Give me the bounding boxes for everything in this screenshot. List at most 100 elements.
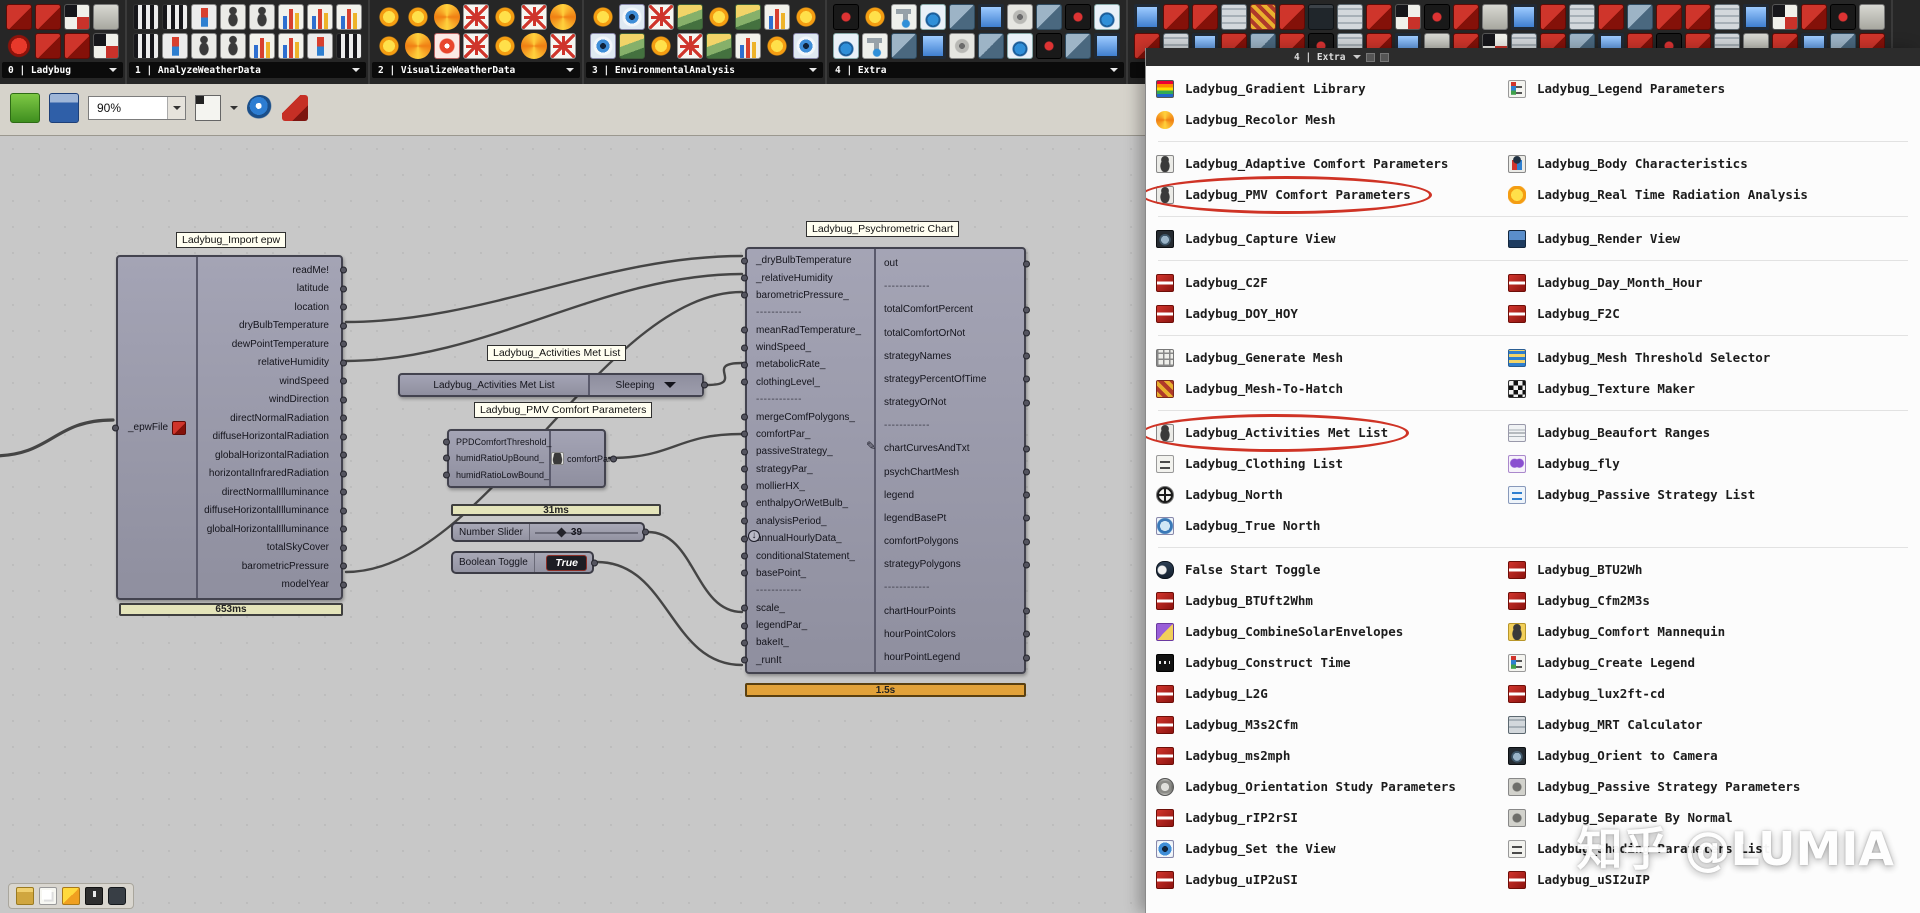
wire-grip[interactable]	[340, 414, 347, 422]
wire-grip[interactable]	[1023, 260, 1030, 268]
menu-item-ladybug-doy-hoy[interactable]: Ladybug_DOY_HOY	[1154, 303, 1306, 325]
wire-grip[interactable]	[340, 544, 347, 552]
menu-item-ladybug-passive-strategy-list[interactable]: Ladybug_Passive Strategy List	[1506, 484, 1763, 506]
wire[interactable]	[0, 418, 115, 458]
tool-icon[interactable]	[1627, 4, 1653, 30]
wire-grip[interactable]	[340, 377, 347, 385]
eye-icon[interactable]	[590, 33, 616, 59]
red-icon[interactable]	[6, 4, 32, 30]
sun-icon[interactable]	[590, 4, 616, 30]
menu-item-ladybug-adaptive-comfort-parameters[interactable]: Ladybug_Adaptive Comfort Parameters	[1154, 153, 1456, 175]
wire-grip[interactable]	[642, 528, 649, 536]
monitor-icon[interactable]	[1134, 4, 1160, 30]
menu-item-ladybug-orientation-study-parameters[interactable]: Ladybug_Orientation Study Parameters	[1154, 776, 1464, 798]
wire-grip[interactable]	[340, 525, 347, 533]
gray-icon[interactable]	[93, 4, 119, 30]
wire-grip[interactable]	[443, 438, 450, 446]
menu-item-ladybug-separate-by-normal[interactable]: Ladybug_Separate By Normal	[1506, 807, 1741, 829]
menu-item-ladybug-l2g[interactable]: Ladybug_L2G	[1154, 683, 1276, 705]
menu-item-ladybug-mrt-calculator[interactable]: Ladybug_MRT Calculator	[1506, 714, 1711, 736]
wire-grip[interactable]	[1023, 468, 1030, 476]
menu-item-ladybug-shading-parameters-list[interactable]: Ladybug_Shading Parameters List	[1506, 838, 1778, 860]
menu-item-ladybug-north[interactable]: Ladybug_North	[1154, 484, 1291, 506]
wire-grip[interactable]	[443, 454, 450, 462]
toggle-value[interactable]: True	[546, 554, 587, 571]
swirl-icon[interactable]	[434, 4, 460, 30]
menu-item-ladybug-set-the-view[interactable]: Ladybug_Set the View	[1154, 838, 1344, 860]
wire-grip[interactable]	[443, 471, 450, 479]
red-icon[interactable]	[1685, 4, 1711, 30]
swirl-icon[interactable]	[550, 4, 576, 30]
sun-icon[interactable]	[793, 4, 819, 30]
open-file-button[interactable]	[10, 92, 40, 123]
dark-icon[interactable]	[833, 4, 859, 30]
pmv-comfort-parameters-component[interactable]: PPDComfortThreshold_ humidRatioUpBound_ hu…	[443, 429, 618, 488]
lbdot-icon[interactable]	[6, 33, 32, 59]
menu-item-ladybug-passive-strategy-parameters[interactable]: Ladybug_Passive Strategy Parameters	[1506, 776, 1808, 798]
wire-grip[interactable]	[591, 559, 598, 566]
wire-grip[interactable]	[741, 517, 748, 525]
ribbon-tab[interactable]: 1 | AnalyzeWeatherData	[129, 62, 366, 78]
red-icon[interactable]	[1453, 4, 1479, 30]
sun-icon[interactable]	[706, 4, 732, 30]
menu-item-ladybug-mesh-threshold-selector[interactable]: Ladybug_Mesh Threshold Selector	[1506, 347, 1778, 369]
menu-item-ladybug-capture-view[interactable]: Ladybug_Capture View	[1154, 228, 1344, 250]
activities-dropdown[interactable]: Sleeping	[590, 375, 702, 395]
menu-item-ladybug-texture-maker[interactable]: Ladybug_Texture Maker	[1506, 378, 1703, 400]
wire-grip[interactable]	[741, 500, 748, 508]
chevron-down-icon[interactable]	[566, 68, 574, 76]
wire-grip[interactable]	[741, 326, 748, 334]
flake-icon[interactable]	[677, 33, 703, 59]
wire-grip[interactable]	[340, 451, 347, 459]
thermo-icon[interactable]	[307, 33, 333, 59]
wire-grip[interactable]	[741, 639, 748, 647]
red-icon[interactable]	[64, 33, 90, 59]
chevron-down-icon[interactable]	[809, 68, 817, 76]
wire-grip[interactable]	[340, 488, 347, 496]
zoom-select[interactable]: 90%	[88, 95, 186, 120]
flake-icon[interactable]	[648, 4, 674, 30]
wire-grip[interactable]	[741, 430, 748, 438]
menu-item-ladybug-legend-parameters[interactable]: Ladybug_Legend Parameters	[1506, 78, 1733, 100]
menu-item-ladybug-real-time-radiation-analysis[interactable]: Ladybug_Real Time Radiation Analysis	[1506, 184, 1816, 206]
terrain-icon[interactable]	[735, 4, 761, 30]
menu-item-ladybug-recolor-mesh[interactable]: Ladybug_Recolor Mesh	[1154, 109, 1344, 131]
drop-icon[interactable]	[1007, 33, 1033, 59]
chevron-down-icon[interactable]	[109, 68, 117, 76]
red-icon[interactable]	[1279, 4, 1305, 30]
marker-pen-button[interactable]	[282, 94, 308, 121]
menu-item-ladybug-comfort-mannequin[interactable]: Ladybug_Comfort Mannequin	[1506, 621, 1733, 643]
wire-grip[interactable]	[1023, 514, 1030, 522]
red-icon[interactable]	[35, 33, 61, 59]
menu-item-ladybug-generate-mesh[interactable]: Ladybug_Generate Mesh	[1154, 347, 1351, 369]
person-icon[interactable]	[220, 4, 246, 30]
slider-knob[interactable]	[556, 527, 567, 537]
sun-icon[interactable]	[648, 33, 674, 59]
wire-grip[interactable]	[340, 433, 347, 441]
edit-icon[interactable]	[866, 439, 876, 453]
wire-grip[interactable]	[610, 455, 618, 462]
wire-grip[interactable]	[741, 656, 748, 664]
red-icon[interactable]	[1801, 4, 1827, 30]
panel-control[interactable]	[1366, 52, 1376, 62]
chevron-down-icon[interactable]	[352, 68, 360, 76]
wire-grip[interactable]	[741, 535, 748, 543]
menu-item-ladybug-ms2mph[interactable]: Ladybug_ms2mph	[1154, 745, 1298, 767]
wire-grip[interactable]	[741, 257, 748, 265]
sun-icon[interactable]	[492, 4, 518, 30]
gray-icon[interactable]	[1859, 4, 1885, 30]
extra-tab-strip[interactable]: 4 | Extra	[1146, 48, 1920, 66]
dark-icon[interactable]	[1830, 4, 1856, 30]
wire-grip[interactable]	[1023, 491, 1030, 499]
folder-button[interactable]	[16, 887, 34, 905]
chevron-down-icon[interactable]	[230, 105, 238, 114]
flake-icon[interactable]	[521, 4, 547, 30]
wire-grip[interactable]	[741, 569, 748, 577]
dark-icon[interactable]	[1036, 33, 1062, 59]
menu-item-ladybug-day-month-hour[interactable]: Ladybug_Day_Month_Hour	[1506, 272, 1711, 294]
panel-control[interactable]	[1380, 52, 1390, 62]
sun-icon[interactable]	[405, 4, 431, 30]
thermo-icon[interactable]	[191, 4, 217, 30]
terrain-icon[interactable]	[706, 33, 732, 59]
monitor-icon[interactable]	[978, 4, 1004, 30]
